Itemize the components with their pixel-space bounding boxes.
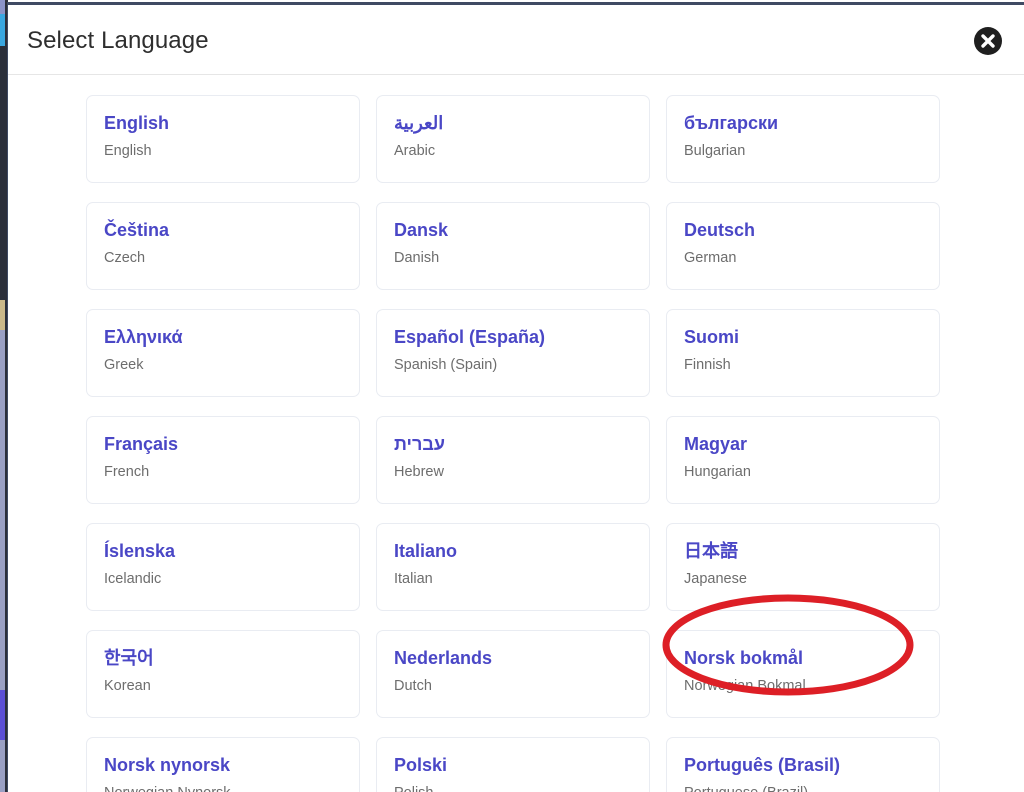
language-card[interactable]: 한국어 Korean: [86, 630, 360, 718]
language-native-name: English: [104, 113, 170, 133]
language-english-name: Hebrew: [394, 464, 444, 480]
language-native-name: Norsk nynorsk: [104, 755, 231, 775]
language-card[interactable]: Italiano Italian: [376, 523, 650, 611]
language-native-name: Español (España): [394, 327, 546, 347]
language-english-name: Dutch: [394, 678, 432, 694]
language-native-name: Magyar: [684, 434, 748, 454]
language-english-name: Spanish (Spain): [394, 357, 498, 373]
language-card[interactable]: Español (España) Spanish (Spain): [376, 309, 650, 397]
language-native-name: Français: [104, 434, 179, 454]
language-card[interactable]: Ελληνικά Greek: [86, 309, 360, 397]
language-card[interactable]: Nederlands Dutch: [376, 630, 650, 718]
language-english-name: Norwegian Bokmal: [684, 678, 806, 694]
language-english-name: Hungarian: [684, 464, 751, 480]
language-native-name: Dansk: [394, 220, 449, 240]
language-english-name: Arabic: [394, 143, 436, 159]
language-english-name: English: [104, 143, 152, 159]
language-card[interactable]: Deutsch German: [666, 202, 940, 290]
language-native-name: עברית: [394, 434, 446, 454]
language-card[interactable]: עברית Hebrew: [376, 416, 650, 504]
language-english-name: Danish: [394, 250, 440, 266]
select-language-dialog: Select Language English English العربية Ara…: [7, 2, 1024, 792]
language-card[interactable]: Português (Brasil) Portuguese (Brazil): [666, 737, 940, 792]
language-english-name: Greek: [104, 357, 144, 373]
language-native-name: 한국어: [104, 648, 154, 668]
language-card[interactable]: Magyar Hungarian: [666, 416, 940, 504]
close-icon[interactable]: [973, 26, 1003, 56]
language-english-name: French: [104, 464, 150, 480]
language-native-name: Čeština: [104, 220, 170, 240]
language-card[interactable]: Íslenska Icelandic: [86, 523, 360, 611]
language-native-name: Italiano: [394, 541, 458, 561]
language-card[interactable]: 日本語 Japanese: [666, 523, 940, 611]
language-native-name: 日本語: [684, 541, 738, 561]
language-card[interactable]: Français French: [86, 416, 360, 504]
language-native-name: Ελληνικά: [104, 327, 183, 347]
language-card[interactable]: العربية Arabic: [376, 95, 650, 183]
language-native-name: Íslenska: [104, 541, 176, 561]
language-card[interactable]: Polski Polish: [376, 737, 650, 792]
language-native-name: Polski: [394, 755, 448, 775]
language-native-name: Português (Brasil): [684, 755, 841, 775]
language-native-name: Deutsch: [684, 220, 756, 240]
language-card[interactable]: български Bulgarian: [666, 95, 940, 183]
close-circle-icon: [974, 27, 1002, 55]
language-english-name: Finnish: [684, 357, 731, 373]
language-card[interactable]: English English: [86, 95, 360, 183]
language-native-name: Nederlands: [394, 648, 493, 668]
language-english-name: Czech: [104, 250, 146, 266]
language-card[interactable]: Norsk nynorsk Norwegian Nynorsk: [86, 737, 360, 792]
language-english-name: Portuguese (Brazil): [684, 784, 922, 792]
language-card[interactable]: Čeština Czech: [86, 202, 360, 290]
dialog-body: English English العربية Arabic български Bulg…: [8, 75, 1024, 792]
language-english-name: Bulgarian: [684, 143, 746, 159]
language-english-name: German: [684, 250, 737, 266]
page-title: Select Language: [27, 27, 209, 54]
language-card[interactable]: Dansk Danish: [376, 202, 650, 290]
language-native-name: български: [684, 113, 779, 133]
language-english-name: Korean: [104, 678, 151, 694]
language-english-name: Japanese: [684, 571, 747, 587]
language-card[interactable]: Suomi Finnish: [666, 309, 940, 397]
language-english-name: Polish: [394, 784, 632, 792]
language-english-name: Icelandic: [104, 571, 162, 587]
language-native-name: Suomi: [684, 327, 740, 347]
language-native-name: Norsk bokmål: [684, 648, 804, 668]
language-english-name: Italian: [394, 571, 433, 587]
dialog-header: Select Language: [8, 5, 1024, 75]
language-native-name: العربية: [394, 113, 444, 133]
language-english-name: Norwegian Nynorsk: [104, 784, 342, 792]
language-card[interactable]: Norsk bokmål Norwegian Bokmal: [666, 630, 940, 718]
language-grid: English English العربية Arabic български Bulg…: [86, 95, 942, 792]
